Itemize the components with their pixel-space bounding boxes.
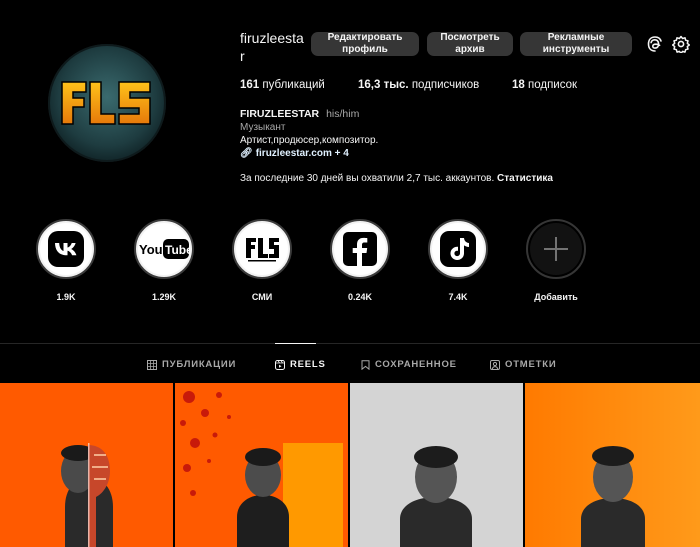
fls-logo	[48, 44, 166, 162]
reel-thumbnail	[525, 383, 700, 547]
profile-category: Музыкант	[240, 122, 286, 133]
svg-text:You: You	[139, 242, 163, 257]
followers-count[interactable]: 16,3 тыс. подписчиков	[358, 79, 479, 91]
tab-tagged[interactable]: ОТМЕТКИ	[490, 359, 556, 370]
tagged-icon	[490, 359, 500, 370]
view-archive-button[interactable]: Посмотреть архив	[427, 32, 513, 56]
posts-count[interactable]: 161 публикаций	[240, 79, 325, 91]
profile-username: firuzleestar	[240, 30, 304, 64]
vk-icon	[48, 231, 84, 267]
highlight-youtube[interactable]: You Tube 1.29K	[132, 219, 196, 302]
highlight-vk[interactable]: 1.9K	[34, 219, 98, 302]
reels-icon	[275, 359, 285, 370]
insights-line: За последние 30 дней вы охватили 2,7 тыс…	[240, 173, 553, 184]
reel-thumbnail	[0, 383, 173, 547]
highlight-add-new[interactable]: Добавить	[524, 219, 588, 302]
tabs-divider	[0, 343, 700, 344]
settings-icon[interactable]	[671, 35, 691, 55]
insights-text: За последние 30 дней вы охватили 2,7 тыс…	[240, 173, 495, 184]
youtube-icon: You Tube	[139, 239, 190, 259]
tiktok-icon	[440, 231, 476, 267]
following-count[interactable]: 18 подписок	[512, 79, 577, 91]
tab-posts[interactable]: ПУБЛИКАЦИИ	[147, 359, 236, 370]
tab-reels[interactable]: REELS	[275, 359, 326, 370]
edit-profile-button[interactable]: Редактировать профиль	[311, 32, 419, 56]
profile-link[interactable]: 🔗︎ firuzleestar.com + 4	[240, 148, 349, 159]
reel-tile-2[interactable]	[175, 383, 348, 547]
highlight-media[interactable]: СМИ	[230, 219, 294, 302]
profile-pronouns: his/him	[326, 108, 360, 120]
facebook-icon	[343, 232, 377, 266]
profile-avatar[interactable]	[48, 44, 166, 162]
active-tab-indicator	[275, 343, 316, 344]
link-icon: 🔗︎	[240, 148, 253, 159]
plus-icon	[544, 237, 568, 261]
profile-display-name: FIRUZLEESTAR	[240, 108, 320, 120]
profile-bio: Артист,продюсер,композитор.	[240, 135, 379, 146]
svg-text:Tube: Tube	[165, 243, 190, 257]
reel-thumbnail	[350, 383, 523, 547]
threads-icon[interactable]	[646, 35, 664, 53]
reel-tile-3[interactable]	[350, 383, 523, 547]
tab-saved[interactable]: СОХРАНЕННОЕ	[361, 359, 457, 370]
profile-name-line: FIRUZLEESTAR his/him	[240, 108, 359, 120]
reel-thumbnail	[175, 383, 348, 547]
bookmark-icon	[361, 359, 370, 370]
ad-tools-button[interactable]: Рекламные инструменты	[520, 32, 632, 56]
highlight-tiktok[interactable]: 7.4K	[426, 219, 490, 302]
grid-icon	[147, 359, 157, 370]
reel-tile-1[interactable]	[0, 383, 173, 547]
highlight-facebook[interactable]: 0.24K	[328, 219, 392, 302]
insights-link[interactable]: Статистика	[497, 173, 553, 184]
fls-logo-icon	[240, 227, 284, 271]
reel-tile-4[interactable]	[525, 383, 700, 547]
